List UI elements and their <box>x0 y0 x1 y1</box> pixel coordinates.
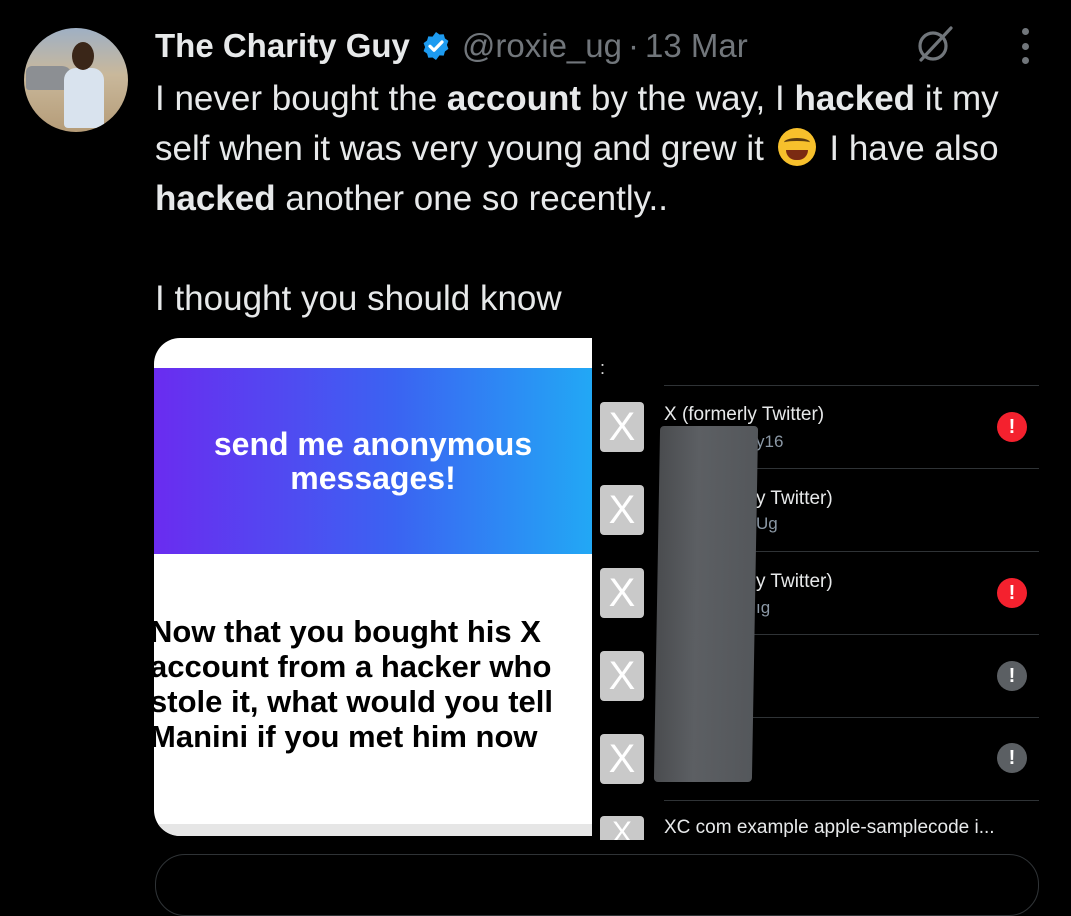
list-row-title: y Twitter) <box>756 488 833 509</box>
laughing-emoji-icon <box>777 128 816 166</box>
list-row-title: y Twitter) <box>756 571 833 592</box>
tweet-paragraph-2: I thought you should know <box>155 279 562 318</box>
avatar-person <box>64 68 104 128</box>
card-question-line: account from a hacker who <box>154 649 552 684</box>
more-dot <box>1021 28 1029 35</box>
card-banner-text: send me anonymous messages! <box>213 426 533 496</box>
author-handle[interactable]: @roxie_ug <box>462 27 622 65</box>
alert-icon[interactable]: ! <box>997 661 1027 691</box>
more-dot <box>1021 42 1029 50</box>
redaction-bar <box>653 426 759 782</box>
x-app-icon: X <box>600 485 644 535</box>
list-divider <box>664 800 1039 801</box>
alert-icon[interactable]: ! <box>997 743 1027 773</box>
avatar-head <box>72 42 94 70</box>
grok-icon[interactable] <box>915 24 955 64</box>
more-icon[interactable] <box>1019 28 1031 64</box>
card-question-line: Now that you bought his X <box>154 614 541 649</box>
alert-icon[interactable]: ! <box>997 412 1027 442</box>
verified-badge-icon <box>423 32 449 60</box>
list-colon: : <box>600 358 606 378</box>
tweet-header: The Charity Guy @roxie_ug · 13 Mar <box>155 22 1047 70</box>
card-question-line: Manini if you met him now <box>154 719 538 754</box>
x-app-icon: X <box>600 568 644 618</box>
meta-separator: · <box>627 27 639 64</box>
x-app-icon: X <box>600 651 644 701</box>
card-banner: send me anonymous messages! <box>154 368 592 554</box>
x-app-icon: X <box>600 734 644 784</box>
list-row-title: XC com example apple-samplecode i... <box>664 817 995 838</box>
list-row-sub: y16 <box>756 432 784 451</box>
attached-image-card[interactable]: send me anonymous messages! Now that you… <box>154 338 592 836</box>
tweet-date[interactable]: 13 Mar <box>645 27 748 65</box>
alert-icon[interactable]: ! <box>997 578 1027 608</box>
author-name[interactable]: The Charity Guy <box>155 27 410 65</box>
list-row-sub: ıg <box>756 598 771 617</box>
x-app-icon: X <box>600 816 644 840</box>
list-row-title: X (formerly Twitter) <box>664 404 825 425</box>
card-question-line: stole it, what would you tell <box>154 684 554 719</box>
card-question: Now that you bought his X account from a… <box>154 614 592 754</box>
tweet-body: I never bought the account by the way, I… <box>155 74 1045 324</box>
card-bottom-edge <box>154 824 592 836</box>
author-avatar[interactable] <box>24 28 128 132</box>
more-dot <box>1021 57 1029 64</box>
list-divider <box>664 385 1039 386</box>
tweet-paragraph: I never bought the account by the way, I… <box>155 79 999 218</box>
reply-box[interactable] <box>155 854 1039 916</box>
list-row-sub: Ug <box>756 514 778 533</box>
x-app-icon: X <box>600 402 644 452</box>
